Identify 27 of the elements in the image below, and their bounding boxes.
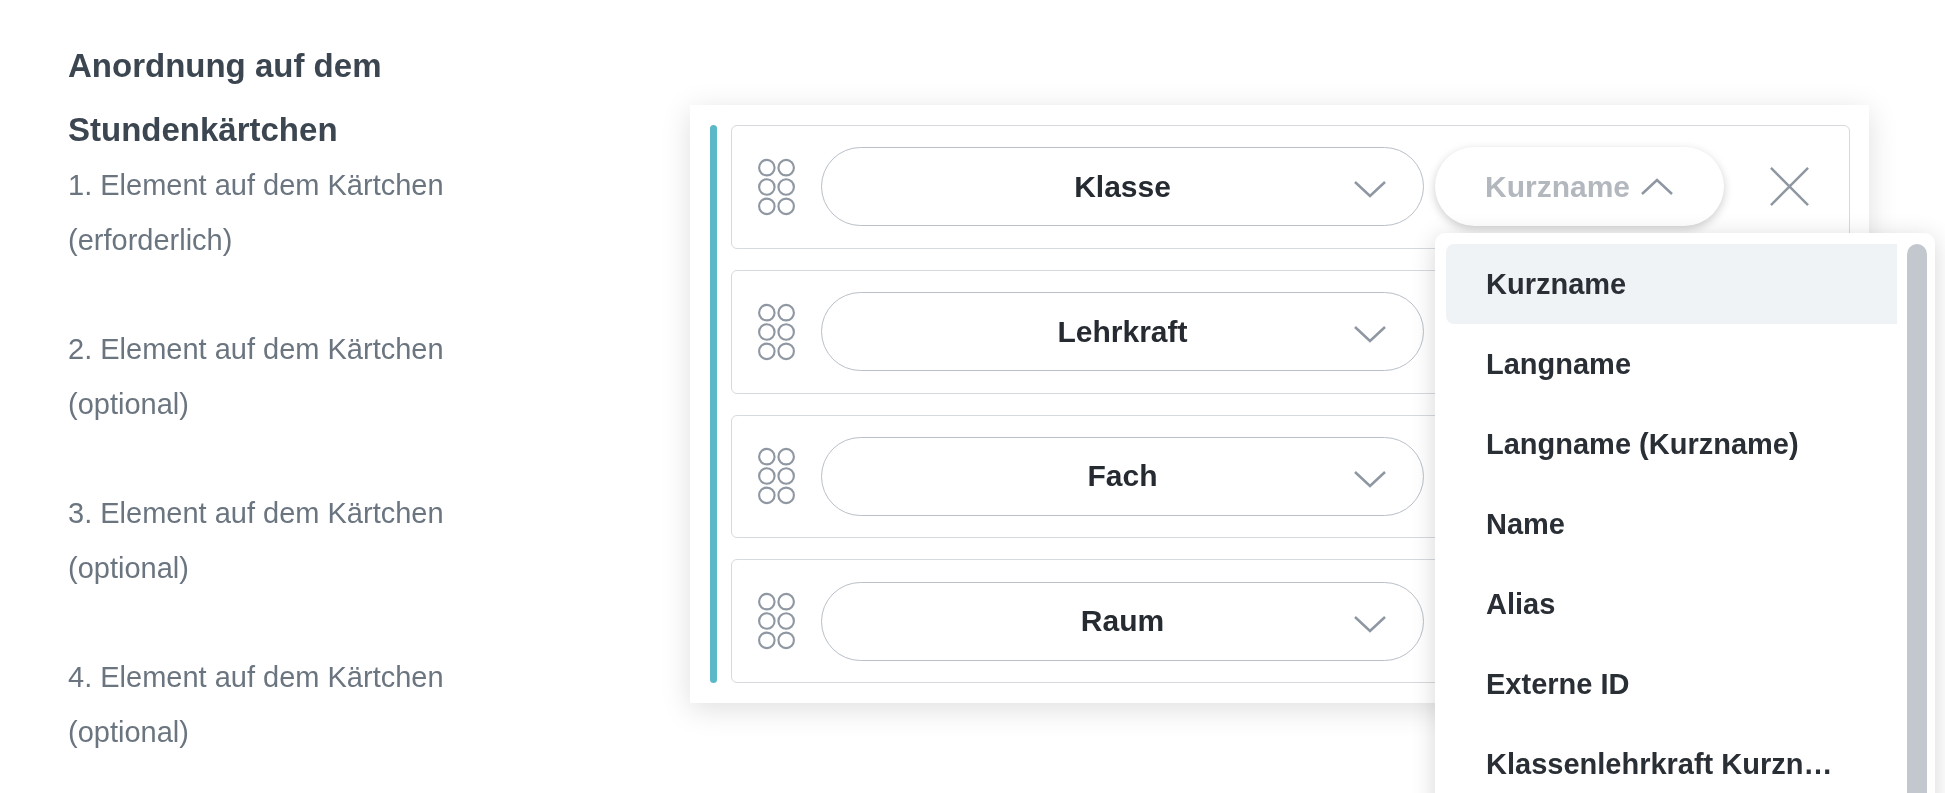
scrollbar[interactable] bbox=[1907, 244, 1927, 793]
element-select[interactable]: Raum bbox=[821, 581, 1424, 661]
drag-handle-icon[interactable] bbox=[757, 157, 796, 216]
drag-handle-icon[interactable] bbox=[757, 592, 796, 651]
element-label: 2. Element auf dem Kärtchen (optional) bbox=[68, 332, 445, 422]
chevron-down-icon bbox=[1353, 179, 1387, 200]
close-icon[interactable] bbox=[1768, 165, 1811, 209]
element-select[interactable]: Klasse bbox=[821, 147, 1424, 227]
chevron-down-icon bbox=[1353, 468, 1387, 489]
element-label: 3. Element auf dem Kärtchen (optional) bbox=[68, 496, 445, 586]
dropdown-option[interactable]: Langname (Kurzname) bbox=[1446, 404, 1897, 484]
section-title: Anordnung auf dem Stundenkärtchen bbox=[68, 46, 383, 150]
element-select[interactable]: Fach bbox=[821, 436, 1424, 516]
dropdown-option[interactable]: Kurzname bbox=[1446, 244, 1897, 324]
element-label: 4. Element auf dem Kärtchen (optional) bbox=[68, 660, 445, 750]
element-select[interactable]: Lehrkraft bbox=[821, 292, 1424, 372]
drag-handle-icon[interactable] bbox=[757, 447, 796, 506]
dropdown-option[interactable]: Externe ID bbox=[1446, 644, 1897, 724]
dropdown-option[interactable]: Alias bbox=[1446, 564, 1897, 644]
dropdown-option[interactable]: Name bbox=[1446, 484, 1897, 564]
dropdown-option[interactable]: Klassenlehrkraft Kurzn… bbox=[1446, 724, 1897, 793]
chevron-up-icon bbox=[1640, 176, 1674, 197]
chevron-down-icon bbox=[1353, 324, 1387, 345]
element-label: 1. Element auf dem Kärtchen (erforderlich) bbox=[68, 168, 445, 258]
drag-handle-icon[interactable] bbox=[757, 302, 796, 361]
chevron-down-icon bbox=[1353, 613, 1387, 634]
dropdown-option[interactable]: Langname bbox=[1446, 324, 1897, 404]
